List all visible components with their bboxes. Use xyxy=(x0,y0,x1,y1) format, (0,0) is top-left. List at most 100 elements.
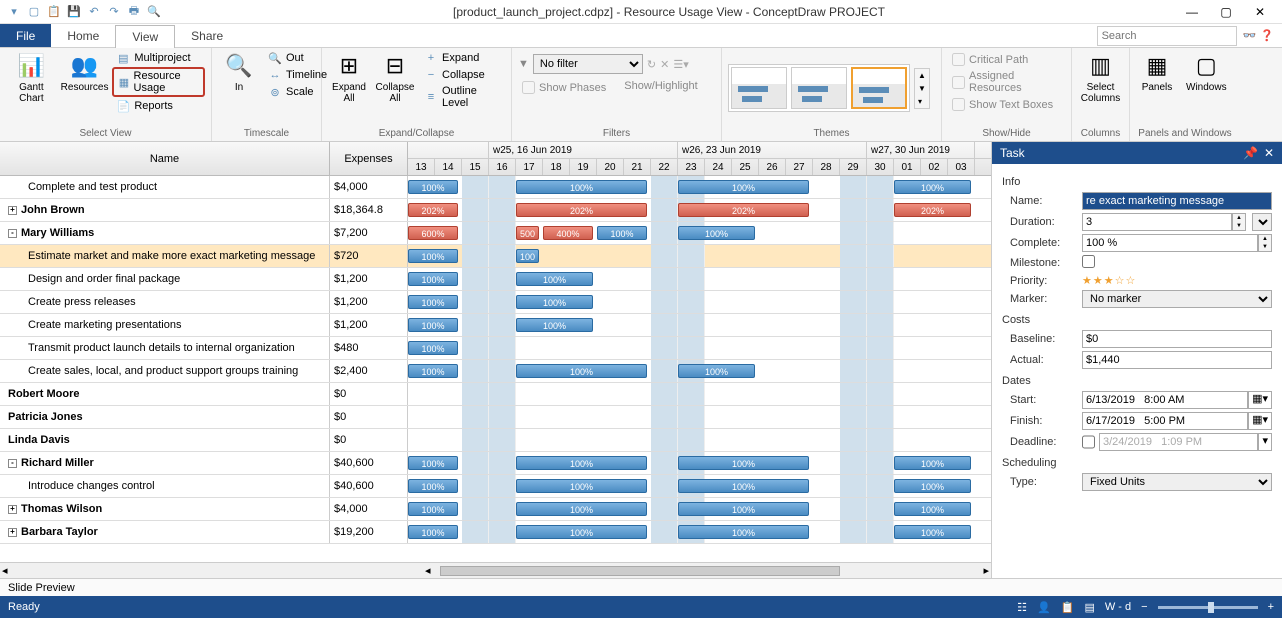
filter-dropdown-icon[interactable]: ☰▾ xyxy=(673,58,688,71)
allocation-bar[interactable]: 100% xyxy=(408,295,458,309)
allocation-bar[interactable]: 600% xyxy=(408,226,458,240)
zoom-in-button[interactable]: 🔍 In xyxy=(218,50,260,95)
resources-button[interactable]: 👥 Resources xyxy=(61,50,109,95)
cell-name[interactable]: Robert Moore xyxy=(0,383,330,405)
allocation-bar[interactable]: 100% xyxy=(408,180,458,194)
refresh-filter-icon[interactable]: ↻ xyxy=(647,58,656,71)
allocation-bar[interactable]: 100% xyxy=(678,502,809,516)
help-icon[interactable]: ❓ xyxy=(1260,29,1274,42)
menu-home[interactable]: Home xyxy=(51,24,115,47)
gantt-chart-button[interactable]: 📊 Gantt Chart xyxy=(6,50,57,106)
zoom-in-btn[interactable]: + xyxy=(1268,601,1274,613)
allocation-bar[interactable]: 100% xyxy=(678,456,809,470)
collapse-button[interactable]: −Collapse xyxy=(420,67,510,83)
spin-down-icon[interactable]: ▼ xyxy=(1259,243,1271,251)
status-icon-2[interactable]: 👤 xyxy=(1037,601,1051,614)
cell-name[interactable]: +John Brown xyxy=(0,199,330,221)
show-phases-check[interactable]: Show Phases xyxy=(518,80,610,95)
deadline-checkbox[interactable] xyxy=(1082,433,1095,451)
allocation-bar[interactable]: 100% xyxy=(678,180,809,194)
cell-name[interactable]: Patricia Jones xyxy=(0,406,330,428)
allocation-bar[interactable]: 100% xyxy=(516,479,647,493)
table-row[interactable]: Complete and test product$4,000100%100%1… xyxy=(0,176,991,199)
baseline-input[interactable] xyxy=(1082,330,1272,348)
allocation-bar[interactable]: 100% xyxy=(408,502,458,516)
expand-button[interactable]: +Expand xyxy=(420,50,510,66)
table-row[interactable]: Linda Davis$0 xyxy=(0,429,991,452)
cell-name[interactable]: Create press releases xyxy=(0,291,330,313)
allocation-bar[interactable]: 202% xyxy=(516,203,647,217)
scroll-left-icon[interactable]: ◂ xyxy=(2,564,8,577)
status-icon-4[interactable]: ▤ xyxy=(1084,601,1094,614)
allocation-bar[interactable]: 100% xyxy=(408,364,458,378)
theme-more-icon[interactable]: ▾ xyxy=(915,95,929,108)
theme-thumb-1[interactable] xyxy=(731,67,787,109)
finish-input[interactable] xyxy=(1082,412,1248,430)
row-expander[interactable]: - xyxy=(8,229,17,238)
menu-share[interactable]: Share xyxy=(175,24,239,47)
spin-up-icon[interactable]: ▲ xyxy=(1233,214,1245,222)
allocation-bar[interactable]: 100% xyxy=(516,364,647,378)
reports-button[interactable]: 📄Reports xyxy=(112,98,205,114)
allocation-bar[interactable]: 100% xyxy=(894,456,971,470)
allocation-bar[interactable]: 100% xyxy=(516,272,593,286)
cell-expenses[interactable]: $0 xyxy=(330,383,408,405)
cell-name[interactable]: Design and order final package xyxy=(0,268,330,290)
allocation-bar[interactable]: 100% xyxy=(408,272,458,286)
theme-up-icon[interactable]: ▲ xyxy=(915,69,929,82)
allocation-bar[interactable]: 100% xyxy=(678,226,755,240)
allocation-bar[interactable]: 100 xyxy=(516,249,539,263)
cell-name[interactable]: +Barbara Taylor xyxy=(0,521,330,543)
windows-button[interactable]: ▢ Windows xyxy=(1182,50,1231,95)
dropdown-icon[interactable]: ▾ xyxy=(1258,433,1272,451)
theme-thumb-3[interactable] xyxy=(851,67,907,109)
allocation-bar[interactable]: 100% xyxy=(516,525,647,539)
theme-thumb-2[interactable] xyxy=(791,67,847,109)
cell-expenses[interactable]: $0 xyxy=(330,406,408,428)
status-icon-1[interactable]: ☷ xyxy=(1017,601,1027,614)
panels-button[interactable]: ▦ Panels xyxy=(1136,50,1178,95)
table-row[interactable]: Patricia Jones$0 xyxy=(0,406,991,429)
cell-expenses[interactable]: $0 xyxy=(330,429,408,451)
cell-name[interactable]: Create sales, local, and product support… xyxy=(0,360,330,382)
multiproject-button[interactable]: ▤Multiproject xyxy=(112,50,205,66)
table-row[interactable]: +Barbara Taylor$19,200100%100%100%100% xyxy=(0,521,991,544)
status-icon-3[interactable]: 📋 xyxy=(1061,601,1075,614)
milestone-checkbox[interactable] xyxy=(1082,255,1095,268)
allocation-bar[interactable]: 100% xyxy=(516,456,647,470)
allocation-bar[interactable]: 100% xyxy=(408,341,458,355)
allocation-bar[interactable]: 100% xyxy=(408,479,458,493)
cell-name[interactable]: +Thomas Wilson xyxy=(0,498,330,520)
minimize-button[interactable]: — xyxy=(1184,4,1200,20)
cell-expenses[interactable]: $720 xyxy=(330,245,408,267)
scroll-right-icon[interactable]: ▸ xyxy=(983,564,989,577)
allocation-bar[interactable]: 202% xyxy=(408,203,458,217)
table-row[interactable]: Create sales, local, and product support… xyxy=(0,360,991,383)
outline-level-button[interactable]: ≡Outline Level xyxy=(420,84,510,110)
cell-name[interactable]: Transmit product launch details to inter… xyxy=(0,337,330,359)
table-row[interactable]: Create press releases$1,200100%100% xyxy=(0,291,991,314)
allocation-bar[interactable]: 100% xyxy=(894,525,971,539)
allocation-bar[interactable]: 100% xyxy=(894,502,971,516)
allocation-bar[interactable]: 100% xyxy=(408,318,458,332)
close-button[interactable]: ✕ xyxy=(1252,4,1268,20)
scroll-thumb[interactable] xyxy=(440,566,840,576)
horizontal-scrollbar[interactable]: ◂ ◂ ▸ xyxy=(0,562,991,578)
table-row[interactable]: +Thomas Wilson$4,000100%100%100%100% xyxy=(0,498,991,521)
cell-expenses[interactable]: $2,400 xyxy=(330,360,408,382)
duration-unit-select[interactable]: Days xyxy=(1252,213,1272,231)
allocation-bar[interactable]: 500 xyxy=(516,226,539,240)
slide-preview-bar[interactable]: Slide Preview xyxy=(0,578,1282,596)
search-input[interactable] xyxy=(1097,26,1237,46)
theme-gallery[interactable] xyxy=(728,64,910,112)
allocation-bar[interactable]: 100% xyxy=(516,502,647,516)
table-row[interactable]: Transmit product launch details to inter… xyxy=(0,337,991,360)
critical-path-check[interactable]: Critical Path xyxy=(948,52,1032,67)
collapse-all-button[interactable]: ⊟ Collapse All xyxy=(374,50,416,106)
allocation-bar[interactable]: 100% xyxy=(678,364,755,378)
cell-expenses[interactable]: $40,600 xyxy=(330,452,408,474)
cell-name[interactable]: Complete and test product xyxy=(0,176,330,198)
pin-icon[interactable]: 📌 xyxy=(1243,146,1258,160)
show-text-boxes-check[interactable]: Show Text Boxes xyxy=(948,97,1057,112)
marker-select[interactable]: No marker xyxy=(1082,290,1272,308)
